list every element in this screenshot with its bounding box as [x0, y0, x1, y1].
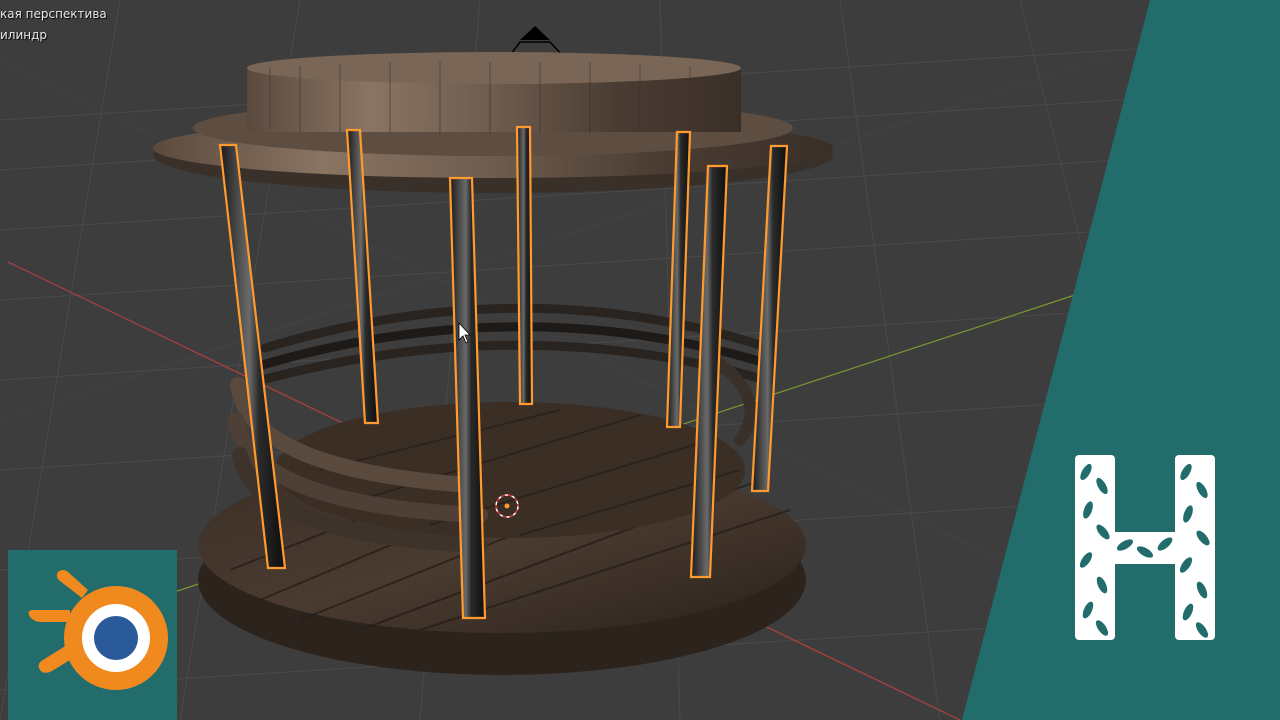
gazebo-model[interactable] [153, 52, 833, 675]
gazebo-roof [153, 52, 833, 193]
pillar[interactable] [750, 144, 789, 493]
pillar[interactable] [515, 125, 534, 406]
view-perspective-label: кая перспектива [0, 7, 107, 21]
active-object-label: илиндр [0, 28, 48, 42]
blender-logo-icon [28, 570, 168, 690]
railings-back [253, 303, 771, 386]
blender-logo-badge [8, 550, 177, 720]
leaf-letter-h-icon [1075, 455, 1215, 640]
blender-3d-viewport-screen: кая перспектива илиндр [0, 0, 1280, 720]
